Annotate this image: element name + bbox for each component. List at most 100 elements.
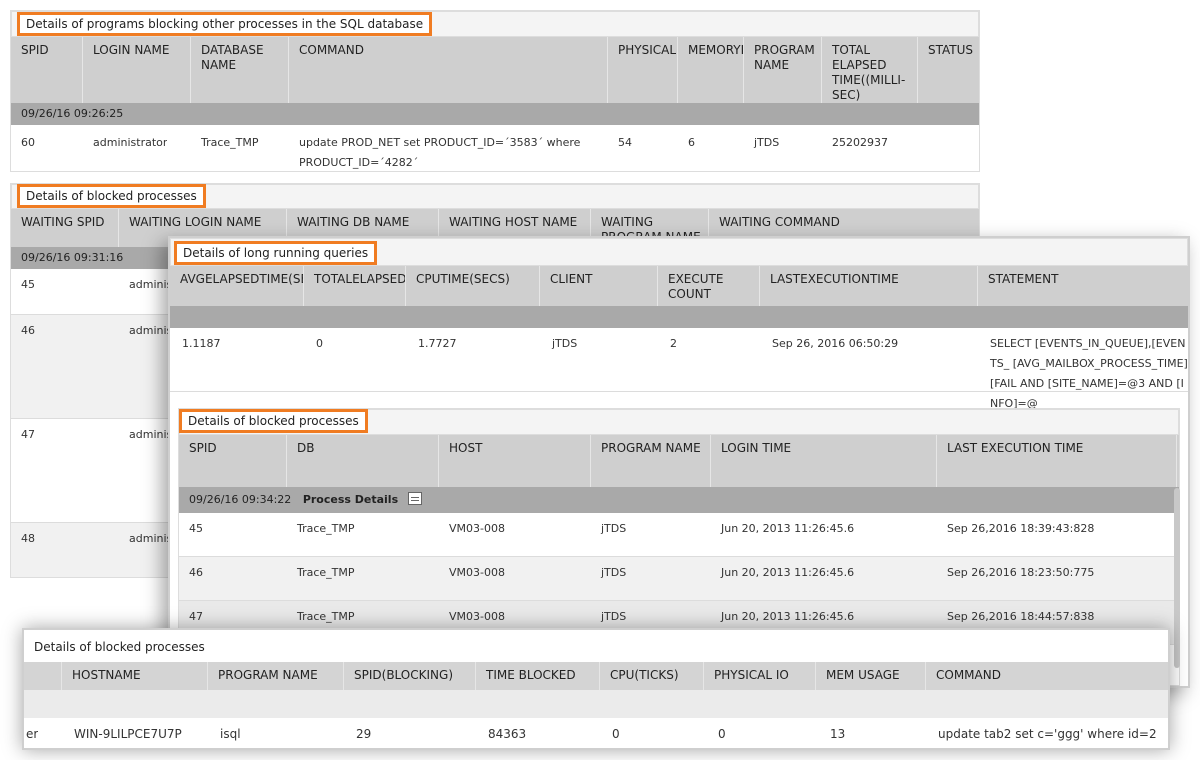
col-last-execution-time[interactable]: LAST EXECUTION TIME	[937, 435, 1177, 487]
group-row[interactable]	[170, 306, 1188, 328]
cell-total-elapsed-time: 25202937	[832, 136, 888, 149]
col-waiting-spid[interactable]: WAITING SPID	[11, 209, 119, 249]
cell-db: Trace_TMP	[297, 522, 355, 535]
table-row[interactable]: 45 Trace_TMP VM03-008 jTDS Jun 20, 2013 …	[179, 513, 1179, 557]
col-truncated[interactable]	[24, 662, 62, 690]
cell-program-name: jTDS	[754, 136, 780, 149]
cell-last-execution-time: Sep 26, 2016 06:50:29	[772, 337, 899, 350]
table-header: AVGELAPSEDTIME(SE TOTALELAPSED CPUTIME(S…	[170, 266, 1188, 306]
cell-avg-elapsed-time: 1.1187	[182, 337, 221, 350]
panel-title: Details of blocked processes	[179, 409, 368, 433]
cell-login-time: Jun 20, 2013 11:26:45.6	[721, 566, 855, 579]
cell-host: VM03-008	[449, 610, 505, 623]
col-host[interactable]: HOST	[439, 435, 591, 487]
col-program-name[interactable]: PROGRAM NAME	[591, 435, 711, 487]
col-database-name[interactable]: DATABASE NAME	[191, 37, 289, 103]
col-total-elapsed-time[interactable]: TOTAL ELAPSED TIME((MILLI-SEC)	[822, 37, 918, 103]
blocking-programs-panel: Details of programs blocking other proce…	[10, 10, 980, 172]
process-details-icon[interactable]	[407, 492, 422, 505]
cell-database-name: Trace_TMP	[201, 136, 259, 149]
col-physical-io[interactable]: PHYSICALI	[608, 37, 678, 103]
cell-command: update PROD_NET set PRODUCT_ID=´3583´ wh…	[299, 136, 581, 169]
table-header: SPID LOGIN NAME DATABASE NAME COMMAND PH…	[11, 37, 979, 103]
cell-command: update tab2 set c='ggg' where id=2	[938, 727, 1157, 741]
table-row[interactable]: 1.1187 0 1.7727 jTDS 2 Sep 26, 2016 06:5…	[170, 328, 1188, 410]
long-running-queries-panel: Details of long running queries AVGELAPS…	[168, 236, 1190, 688]
cell-program-name: jTDS	[601, 610, 627, 623]
cell-spid: 45	[189, 522, 203, 535]
col-cpu-ticks[interactable]: CPU(TICKS)	[600, 662, 704, 690]
table-header: SPID DB HOST PROGRAM NAME LOGIN TIME LAS…	[179, 435, 1179, 487]
process-details-label[interactable]: Process Details	[303, 493, 398, 506]
col-spid[interactable]: SPID	[11, 37, 83, 103]
col-command[interactable]: COMMAND	[926, 662, 1162, 690]
cell-waiting-login-name: adminis	[129, 278, 173, 291]
vertical-scrollbar[interactable]	[1174, 488, 1180, 668]
col-db[interactable]: DB	[287, 435, 439, 487]
col-cpu-time[interactable]: CPUTIME(SECS)	[406, 266, 540, 306]
cell-truncated: er	[26, 727, 39, 741]
col-command[interactable]: COMMAND	[289, 37, 608, 103]
col-total-elapsed[interactable]: TOTALELAPSED	[304, 266, 406, 306]
cell-spid-blocking: 29	[356, 727, 372, 741]
col-client[interactable]: CLIENT	[540, 266, 658, 306]
panel-title: Details of programs blocking other proce…	[17, 12, 433, 36]
cell-waiting-login-name: adminis	[129, 324, 173, 337]
cell-waiting-spid: 47	[21, 428, 35, 441]
cell-cpu-time: 1.7727	[418, 337, 457, 350]
cell-program-name: jTDS	[601, 566, 627, 579]
cell-db: Trace_TMP	[297, 566, 355, 579]
cell-waiting-spid: 45	[21, 278, 35, 291]
col-physical-io[interactable]: PHYSICAL IO	[704, 662, 816, 690]
group-row[interactable]: 09/26/16 09:34:22 Process Details	[179, 487, 1179, 513]
group-row[interactable]	[24, 690, 1168, 718]
cell-total-elapsed: 0	[316, 337, 323, 350]
cell-cpu-ticks: 0	[612, 727, 620, 741]
col-spid-blocking[interactable]: SPID(BLOCKING)	[344, 662, 476, 690]
col-avg-elapsed-time[interactable]: AVGELAPSEDTIME(SE	[170, 266, 304, 306]
group-timestamp: 09/26/16 09:34:22	[189, 493, 292, 506]
col-mem-usage[interactable]: MEM USAGE	[816, 662, 926, 690]
cell-host: VM03-008	[449, 522, 505, 535]
col-execute-count[interactable]: EXECUTE COUNT	[658, 266, 760, 306]
blocked-processes-detail-panel: Details of blocked processes HOSTNAME PR…	[22, 628, 1170, 750]
cell-login-time: Jun 20, 2013 11:26:45.6	[721, 522, 855, 535]
col-program-name[interactable]: PROGRAM NAME	[208, 662, 344, 690]
cell-waiting-login-name: adminis	[129, 428, 173, 441]
col-login-time[interactable]: LOGIN TIME	[711, 435, 937, 487]
panel-title: Details of long running queries	[174, 241, 378, 265]
cell-login-name: administrator	[93, 136, 168, 149]
col-program-name[interactable]: PROGRAM NAME	[744, 37, 822, 103]
col-time-blocked[interactable]: TIME BLOCKED	[476, 662, 600, 690]
col-memory[interactable]: MEMORYI	[678, 37, 744, 103]
cell-last-execution-time: Sep 26,2016 18:44:57:838	[947, 610, 1095, 623]
col-last-execution-time[interactable]: LASTEXECUTIONTIME	[760, 266, 978, 306]
cell-login-time: Jun 20, 2013 11:26:45.6	[721, 610, 855, 623]
panel-title: Details of blocked processes	[17, 184, 206, 208]
cell-physical-io: 0	[718, 727, 726, 741]
col-login-name[interactable]: LOGIN NAME	[83, 37, 191, 103]
cell-physical-io: 54	[618, 136, 632, 149]
col-status[interactable]: STATUS	[918, 37, 979, 103]
cell-client: jTDS	[552, 337, 578, 350]
cell-spid: 60	[21, 136, 35, 149]
cell-spid: 46	[189, 566, 203, 579]
panel-title: Details of blocked processes	[34, 640, 205, 654]
col-spid[interactable]: SPID	[179, 435, 287, 487]
cell-execute-count: 2	[670, 337, 677, 350]
cell-status	[918, 127, 928, 133]
col-hostname[interactable]: HOSTNAME	[62, 662, 208, 690]
cell-waiting-login-name: adminis	[129, 532, 173, 545]
cell-host: VM03-008	[449, 566, 505, 579]
cell-waiting-spid: 46	[21, 324, 35, 337]
table-row[interactable]: 46 Trace_TMP VM03-008 jTDS Jun 20, 2013 …	[179, 557, 1179, 601]
table-row[interactable]: 60 administrator Trace_TMP update PROD_N…	[11, 127, 979, 171]
cell-waiting-spid: 48	[21, 532, 35, 545]
col-statement[interactable]: STATEMENT	[978, 266, 1188, 306]
table-row[interactable]: er WIN-9LILPCE7U7P isql 29 84363 0 0 13 …	[24, 718, 1168, 748]
table-header: HOSTNAME PROGRAM NAME SPID(BLOCKING) TIM…	[24, 662, 1168, 690]
cell-memory: 6	[688, 136, 695, 149]
cell-time-blocked: 84363	[488, 727, 527, 741]
cell-hostname: WIN-9LILPCE7U7P	[74, 727, 182, 741]
group-timestamp[interactable]: 09/26/16 09:26:25	[11, 103, 979, 125]
